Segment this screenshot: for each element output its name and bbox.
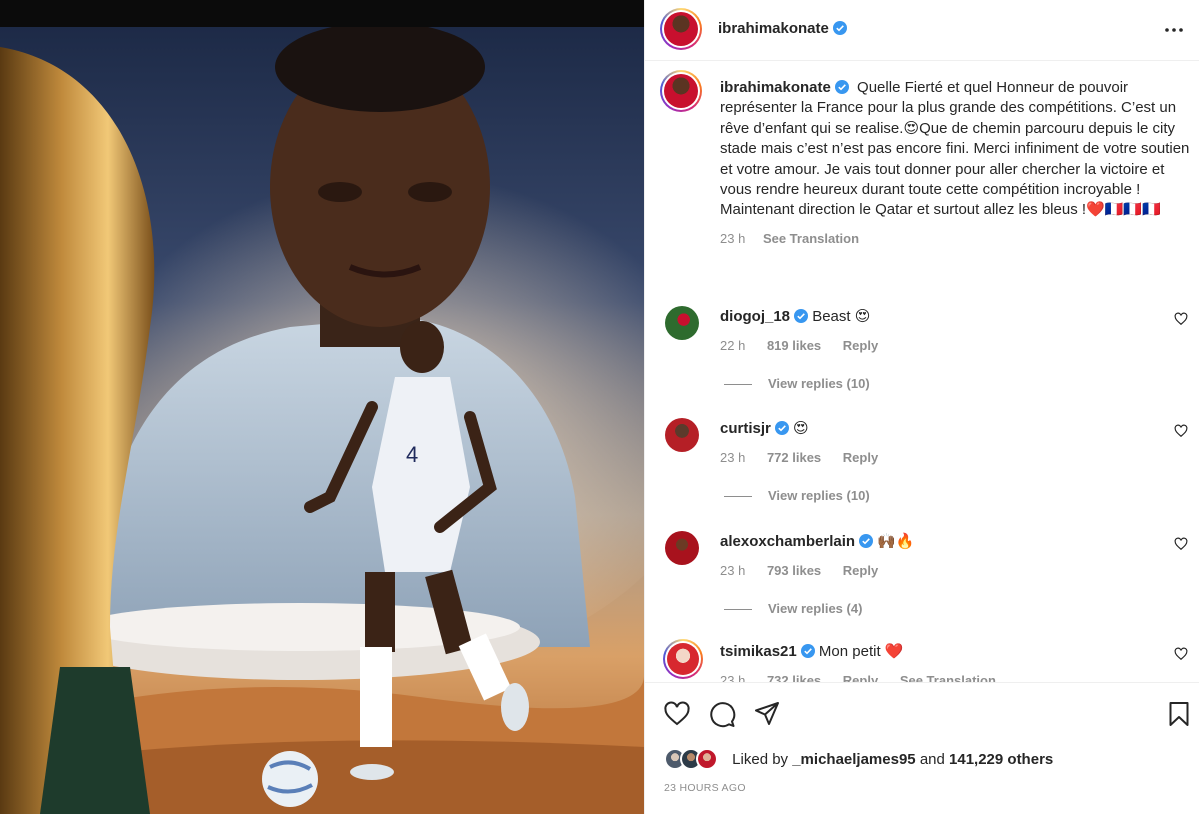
others-likes-link[interactable]: 141,229 others xyxy=(949,751,1053,768)
comment-meta: 22 h 819 likes Reply xyxy=(720,338,896,353)
view-replies-button[interactable]: View replies (4) xyxy=(724,601,862,616)
comment-like-heart-icon[interactable] xyxy=(1174,647,1188,661)
see-translation-link[interactable]: See Translation xyxy=(900,673,996,682)
comment-likes[interactable]: 732 likes xyxy=(767,673,821,682)
caption-username[interactable]: ibrahimakonate xyxy=(720,79,849,96)
comment-like-heart-icon[interactable] xyxy=(1174,537,1188,551)
comment-likes[interactable]: 772 likes xyxy=(767,450,821,465)
commenter-avatar[interactable] xyxy=(663,639,703,679)
comment-like-heart-icon[interactable] xyxy=(1174,424,1188,438)
comment-item: curtisjr 😍 23 h 772 likes Reply View rep… xyxy=(660,416,1190,516)
reply-button[interactable]: Reply xyxy=(843,563,878,578)
comment-item: tsimikas21 Mon petit ❤️ 23 h 732 likes R… xyxy=(660,639,1190,682)
first-liker-username[interactable]: _michaeljames95 xyxy=(792,751,915,768)
verified-badge-icon xyxy=(832,21,847,35)
comment-text: Mon petit ❤️ xyxy=(818,643,904,660)
commenter-username[interactable]: diogoj_18 xyxy=(720,308,790,325)
comment-time: 23 h xyxy=(720,563,746,578)
verified-badge-icon xyxy=(800,644,815,658)
comment-time: 23 h xyxy=(720,450,746,465)
post-side-panel: ibrahimakonate ibrahimakonate Quelle Fie… xyxy=(644,0,1199,814)
comment-likes[interactable]: 793 likes xyxy=(767,563,821,578)
verified-badge-icon xyxy=(834,80,849,94)
comment-meta: 23 h 772 likes Reply xyxy=(720,450,896,465)
comment-meta: 23 h 732 likes Reply See Translation xyxy=(720,673,1014,682)
author-username[interactable]: ibrahimakonate xyxy=(718,20,847,37)
commenter-avatar[interactable] xyxy=(665,306,699,340)
caption-time: 23 h xyxy=(720,230,746,246)
comment-item: alexoxchamberlain 🙌🏾🔥 23 h 793 likes Rep… xyxy=(660,529,1190,629)
reply-button[interactable]: Reply xyxy=(843,673,878,682)
caption-avatar[interactable] xyxy=(660,70,702,112)
comment-bubble-icon[interactable] xyxy=(708,700,736,728)
comment-text: 😍 xyxy=(793,420,809,437)
more-options-icon[interactable] xyxy=(1162,20,1186,40)
commenter-username[interactable]: tsimikas21 xyxy=(720,643,797,660)
liker-avatar xyxy=(696,748,718,770)
comment-time: 23 h xyxy=(720,673,746,682)
caption-text: Quelle Fierté et quel Honneur de pouvoir… xyxy=(720,79,1190,219)
see-translation-link[interactable]: See Translation xyxy=(763,231,859,246)
commenter-username[interactable]: curtisjr xyxy=(720,420,771,437)
post-actions: Liked by _michaeljames95 and 141,229 oth… xyxy=(645,682,1199,814)
jersey-number: 4 xyxy=(406,442,418,467)
view-replies-button[interactable]: View replies (10) xyxy=(724,376,870,391)
view-replies-button[interactable]: View replies (10) xyxy=(724,488,870,503)
verified-badge-icon xyxy=(794,309,809,323)
comment-likes[interactable]: 819 likes xyxy=(767,338,821,353)
comments-section[interactable]: ibrahimakonate Quelle Fierté et quel Hon… xyxy=(645,62,1199,682)
like-heart-icon[interactable] xyxy=(663,700,691,728)
author-avatar[interactable] xyxy=(660,8,702,50)
reply-button[interactable]: Reply xyxy=(843,450,878,465)
reply-button[interactable]: Reply xyxy=(843,338,878,353)
caption-meta: 23 h See Translation xyxy=(720,229,1190,249)
image-top-bar xyxy=(0,0,644,27)
save-bookmark-icon[interactable] xyxy=(1165,700,1193,728)
player-artwork: 4 xyxy=(0,27,644,814)
comment-meta: 23 h 793 likes Reply xyxy=(720,563,896,578)
verified-badge-icon xyxy=(774,421,789,435)
comment-like-heart-icon[interactable] xyxy=(1174,312,1188,326)
share-send-icon[interactable] xyxy=(753,700,781,728)
post-timestamp[interactable]: 23 HOURS AGO xyxy=(664,782,746,794)
post-header: ibrahimakonate xyxy=(645,0,1199,61)
post-image[interactable]: 4 xyxy=(0,0,644,814)
liked-by-and: and xyxy=(919,750,945,768)
verified-badge-icon xyxy=(859,534,874,548)
commenter-avatar[interactable] xyxy=(665,531,699,565)
commenter-username[interactable]: alexoxchamberlain xyxy=(720,533,855,550)
liked-by-prefix: Liked by xyxy=(732,750,789,768)
comment-text: 🙌🏾🔥 xyxy=(877,533,915,550)
comment-time: 22 h xyxy=(720,338,746,353)
comment-item: diogoj_18 Beast 😍 22 h 819 likes Reply V… xyxy=(660,304,1190,404)
comment-text: Beast 😍 xyxy=(812,308,871,325)
commenter-avatar[interactable] xyxy=(665,418,699,452)
liker-avatars[interactable] xyxy=(664,747,724,771)
likes-summary: Liked by _michaeljames95 and 141,229 oth… xyxy=(664,747,1053,771)
